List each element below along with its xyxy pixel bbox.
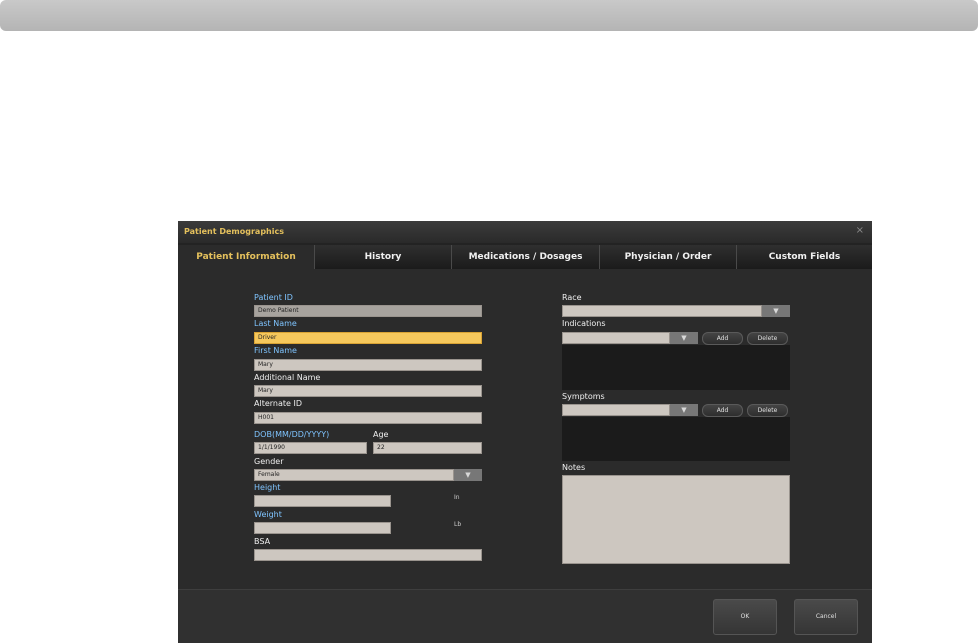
tab-physician-order[interactable]: Physician / Order bbox=[599, 245, 736, 269]
dob-label: DOB(MM/DD/YYYY) bbox=[254, 430, 330, 439]
symptoms-label: Symptoms bbox=[562, 392, 605, 401]
tab-custom-fields[interactable]: Custom Fields bbox=[736, 245, 872, 269]
age-label: Age bbox=[373, 430, 389, 439]
indications-dropdown-icon[interactable]: ▼ bbox=[670, 332, 698, 344]
tab-medications-dosages[interactable]: Medications / Dosages bbox=[451, 245, 599, 269]
height-unit: In bbox=[454, 494, 460, 501]
weight-field[interactable] bbox=[254, 522, 391, 534]
bsa-label: BSA bbox=[254, 537, 271, 546]
indications-select[interactable] bbox=[562, 332, 670, 344]
indications-label: Indications bbox=[562, 319, 606, 328]
weight-label: Weight bbox=[254, 510, 282, 519]
symptoms-dropdown-icon[interactable]: ▼ bbox=[670, 404, 698, 416]
symptoms-select[interactable] bbox=[562, 404, 670, 416]
dialog-titlebar: Patient Demographics × bbox=[178, 221, 872, 243]
dialog-footer: OK Cancel bbox=[178, 589, 872, 643]
bsa-field[interactable] bbox=[254, 549, 482, 561]
tab-bar: Patient Information History Medications … bbox=[178, 245, 872, 269]
additional-name-field[interactable]: Mary bbox=[254, 385, 482, 397]
race-dropdown-icon[interactable]: ▼ bbox=[762, 305, 790, 317]
symptoms-list[interactable] bbox=[562, 417, 790, 461]
notes-textarea[interactable] bbox=[562, 475, 790, 564]
height-field[interactable] bbox=[254, 495, 391, 507]
symptoms-add-button[interactable]: Add bbox=[702, 404, 743, 417]
height-label: Height bbox=[254, 483, 281, 492]
alternate-id-label: Alternate ID bbox=[254, 399, 302, 408]
top-bar bbox=[0, 0, 978, 31]
last-name-label: Last Name bbox=[254, 319, 297, 328]
tab-history[interactable]: History bbox=[314, 245, 451, 269]
patient-demographics-dialog: Patient Demographics × Patient Informati… bbox=[178, 221, 872, 643]
notes-label: Notes bbox=[562, 463, 586, 472]
dialog-title: Patient Demographics bbox=[184, 227, 284, 236]
patient-id-label: Patient ID bbox=[254, 293, 293, 302]
race-select[interactable] bbox=[562, 305, 762, 317]
dob-field[interactable]: 1/1/1990 bbox=[254, 442, 367, 454]
indications-delete-button[interactable]: Delete bbox=[747, 332, 788, 345]
race-label: Race bbox=[562, 293, 582, 302]
symptoms-delete-button[interactable]: Delete bbox=[747, 404, 788, 417]
patient-information-panel: Patient ID Demo Patient Last Name Driver… bbox=[178, 269, 872, 589]
last-name-field[interactable]: Driver bbox=[254, 332, 482, 344]
tab-patient-information[interactable]: Patient Information bbox=[178, 245, 314, 269]
weight-unit: Lb bbox=[454, 521, 462, 528]
gender-select[interactable]: Female bbox=[254, 469, 454, 481]
first-name-label: First Name bbox=[254, 346, 297, 355]
cancel-button[interactable]: Cancel bbox=[794, 599, 858, 635]
indications-add-button[interactable]: Add bbox=[702, 332, 743, 345]
gender-dropdown-icon[interactable]: ▼ bbox=[454, 469, 482, 481]
close-icon[interactable]: × bbox=[856, 225, 864, 236]
first-name-field[interactable]: Mary bbox=[254, 359, 482, 371]
age-field[interactable]: 22 bbox=[373, 442, 482, 454]
ok-button[interactable]: OK bbox=[713, 599, 777, 635]
additional-name-label: Additional Name bbox=[254, 373, 321, 382]
alternate-id-field[interactable]: H001 bbox=[254, 412, 482, 424]
gender-label: Gender bbox=[254, 457, 284, 466]
indications-list[interactable] bbox=[562, 345, 790, 390]
patient-id-field[interactable]: Demo Patient bbox=[254, 305, 482, 317]
